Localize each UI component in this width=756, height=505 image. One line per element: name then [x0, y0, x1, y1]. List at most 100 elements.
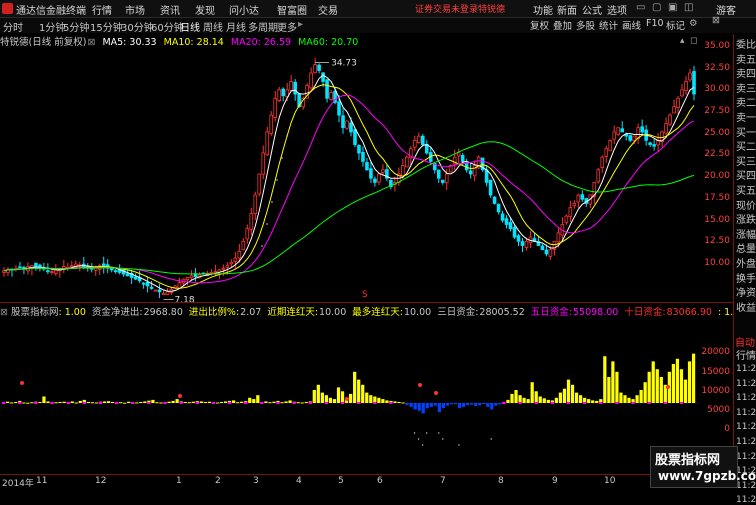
- tick-time: 11:25: [736, 378, 756, 389]
- signal-dot: [281, 157, 283, 159]
- settings-icon[interactable]: ⚙: [689, 18, 698, 32]
- candle-body: [46, 270, 50, 273]
- menu-item-news[interactable]: 资讯: [160, 2, 180, 17]
- candle-body: [540, 245, 545, 251]
- flow-bar: [490, 403, 494, 410]
- maximize-icon[interactable]: ▣: [668, 2, 677, 13]
- period-60min[interactable]: 60分钟: [151, 19, 184, 34]
- login-warning[interactable]: 证券交易未登录: [415, 2, 478, 15]
- statistics-button[interactable]: 统计: [599, 18, 618, 32]
- period-more[interactable]: 更多: [277, 19, 297, 34]
- flow-bar: [167, 401, 171, 403]
- candle-body: [125, 273, 130, 277]
- candle-body: [317, 64, 321, 71]
- period-daily[interactable]: 日线: [180, 19, 200, 34]
- flow-bar: [22, 402, 26, 404]
- price-axis: 35.00 32.50 30.00 27.50 25.00 22.50 20.0…: [702, 34, 733, 302]
- price-tick: 15.00: [704, 215, 730, 225]
- adjust-button[interactable]: 复权: [530, 18, 549, 32]
- period-15min[interactable]: 15分钟: [90, 19, 123, 34]
- flow-bar: [615, 371, 619, 403]
- signal-dot: [261, 245, 263, 247]
- candle-body: [265, 131, 270, 156]
- chart-box-icon[interactable]: ◻: [690, 36, 697, 46]
- flow-bar: [268, 402, 272, 404]
- current-stock-name: 特锐德: [478, 5, 506, 15]
- candle-body: [313, 64, 317, 74]
- period-multi[interactable]: 多周期: [248, 19, 278, 34]
- menu-item-markets[interactable]: 市场: [125, 2, 145, 17]
- mark-button[interactable]: 标记: [666, 18, 685, 32]
- candle-body: [54, 269, 58, 274]
- quote-field-label: 买三: [736, 156, 756, 168]
- flow-marker: [631, 402, 635, 404]
- chart-scroll-icon[interactable]: ▴: [680, 36, 685, 46]
- flow-bar: [155, 402, 159, 404]
- tick-time: 11:25: [736, 393, 756, 404]
- menu-item-new[interactable]: 新面: [557, 2, 577, 17]
- flow-bar: [171, 400, 175, 403]
- period-30min[interactable]: 30分钟: [121, 19, 154, 34]
- close-panel-icon[interactable]: ⊠: [712, 15, 720, 29]
- period-weekly[interactable]: 周线: [203, 19, 223, 34]
- watermark-url: www.7gpzb.com: [658, 469, 756, 483]
- watermark-title: 股票指标网: [655, 453, 721, 468]
- restore-icon[interactable]: ◫: [684, 2, 693, 13]
- menu-item-discover[interactable]: 发现: [195, 2, 215, 17]
- overlay-button[interactable]: 叠加: [553, 18, 572, 32]
- flow-bar: [437, 403, 441, 413]
- minimize-icon[interactable]: ▭: [636, 2, 645, 13]
- flow-marker: [260, 402, 264, 404]
- period-monthly[interactable]: 月线: [226, 19, 246, 34]
- candle-body: [544, 249, 549, 255]
- multi-stock-button[interactable]: 多股: [576, 18, 595, 32]
- flow-marker: [389, 402, 393, 404]
- flow-bar: [679, 369, 684, 403]
- candle-body: [520, 241, 525, 246]
- menu-item-wealth[interactable]: 智富圈: [277, 2, 307, 17]
- draw-line-button[interactable]: 画线: [622, 18, 641, 32]
- flow-bar: [102, 401, 107, 403]
- menu-item-trade[interactable]: 交易: [318, 2, 338, 17]
- candle-body: [253, 194, 258, 214]
- flow-bar: [457, 403, 462, 409]
- candle-body: [616, 127, 621, 135]
- flow-bar: [10, 402, 14, 404]
- more-chevron-icon[interactable]: ▸: [298, 19, 303, 30]
- flow-bar: [417, 403, 421, 411]
- flow-bar: [639, 390, 643, 403]
- flow-bar: [300, 402, 304, 404]
- flow-bar: [466, 403, 470, 406]
- menu-item-assistant[interactable]: 问小达: [229, 2, 259, 17]
- quote-field-label: 买一: [736, 127, 756, 139]
- candle-body: [249, 213, 254, 230]
- flow-bar: [574, 392, 579, 403]
- f10-button[interactable]: F10: [646, 18, 664, 32]
- flow-marker: [131, 402, 135, 404]
- candle-body: [70, 265, 74, 268]
- candle-body: [640, 126, 644, 133]
- flow-bar: [264, 401, 268, 403]
- window-icon[interactable]: ▢: [652, 2, 661, 13]
- period-tick[interactable]: 分时: [3, 19, 23, 34]
- quote-field-label: 净资: [736, 288, 756, 300]
- signal-dot: [286, 135, 288, 137]
- menu-item-options[interactable]: 选项: [607, 2, 627, 17]
- trade-label[interactable]: 行情: [736, 347, 756, 362]
- menu-item-formula[interactable]: 公式: [582, 2, 602, 17]
- fund-flow-chart[interactable]: [0, 316, 702, 474]
- flow-bar: [288, 400, 292, 403]
- menu-item-market[interactable]: 行情: [92, 2, 112, 17]
- candle-body: [688, 72, 692, 81]
- flow-marker: [534, 402, 538, 404]
- flow-marker: [373, 402, 377, 404]
- menu-item-function[interactable]: 功能: [533, 2, 553, 17]
- signal-dot: [271, 201, 273, 203]
- period-5min[interactable]: 5分钟: [63, 19, 89, 34]
- flow-bar: [611, 361, 615, 403]
- candle-body: [652, 144, 656, 147]
- flow-bar: [554, 397, 559, 403]
- period-1min[interactable]: 1分钟: [39, 19, 65, 34]
- candlestick-chart[interactable]: 34.737.18S: [0, 46, 702, 302]
- app-logo-icon: [2, 3, 13, 14]
